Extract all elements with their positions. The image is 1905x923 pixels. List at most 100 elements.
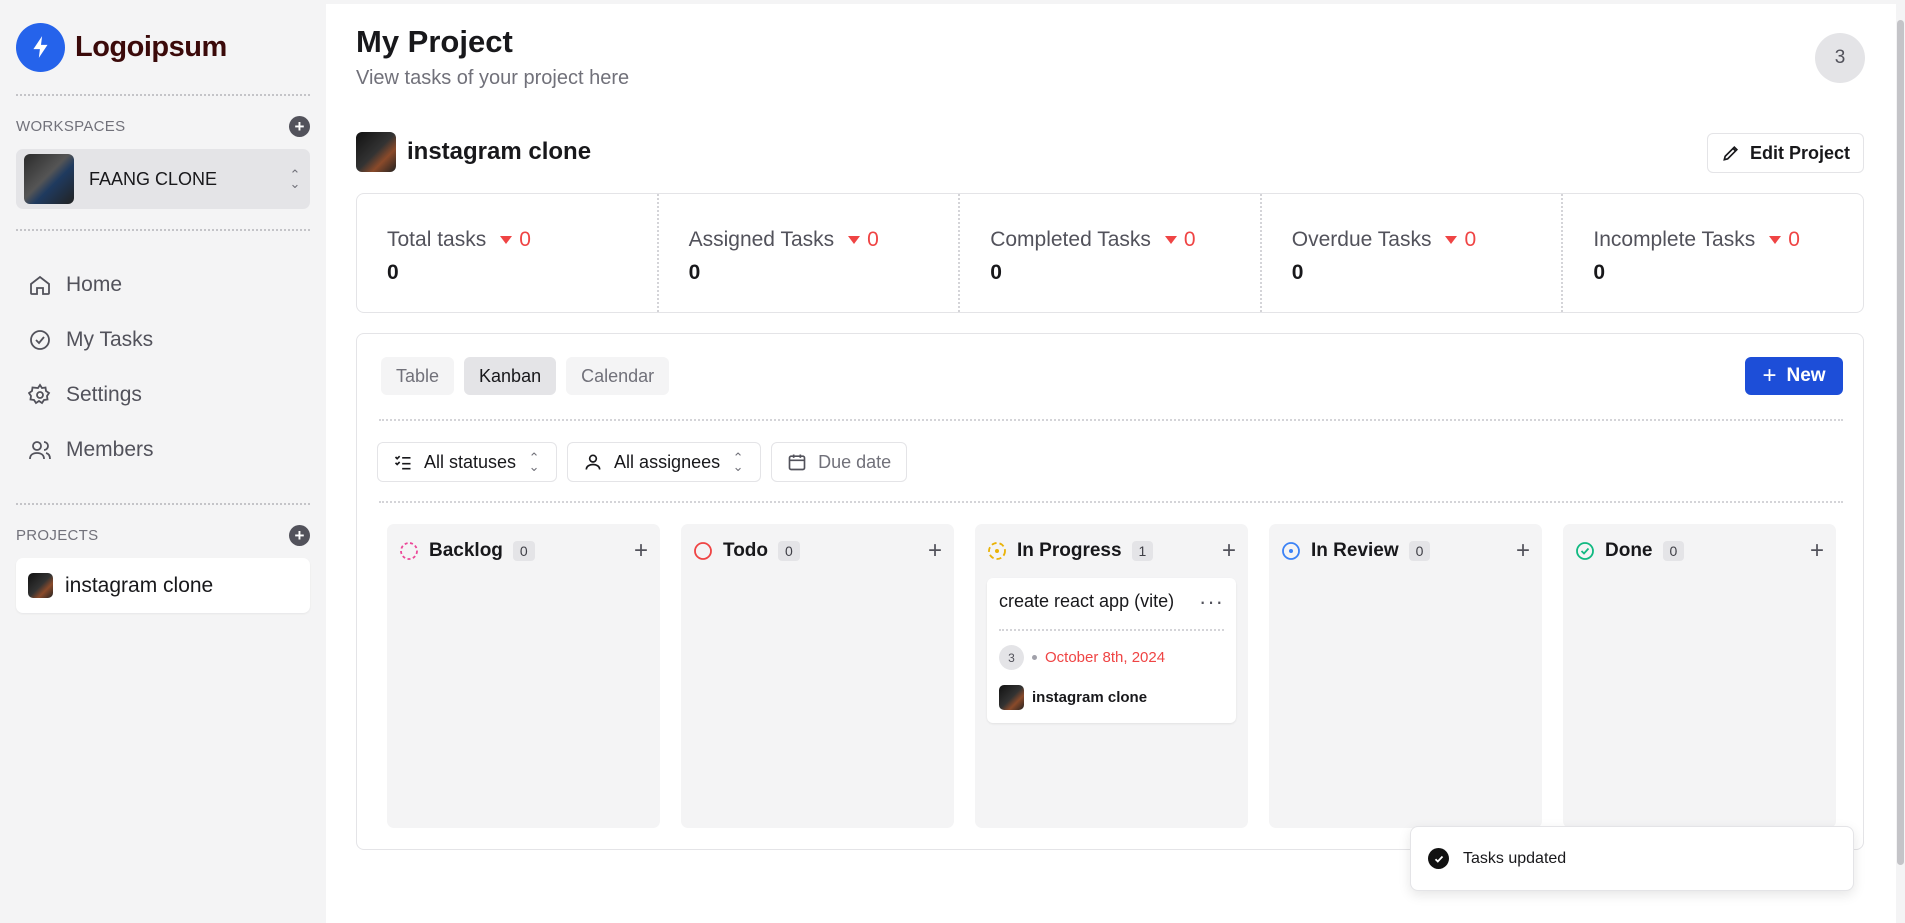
column-count: 0 [1662, 541, 1685, 561]
calendar-icon [788, 454, 806, 471]
home-icon [30, 275, 50, 295]
stat-label: Overdue Tasks [1291, 228, 1432, 251]
bolt-icon [16, 22, 65, 72]
user-icon [585, 454, 601, 470]
new-task-button[interactable]: + New [1745, 357, 1843, 395]
stat-delta: 0 [519, 228, 531, 251]
project-header: instagram clone [356, 132, 591, 172]
nav-label: My Tasks [66, 327, 154, 351]
list-check-icon [394, 455, 411, 470]
down-triangle-icon [848, 236, 861, 244]
scrollbar-thumb[interactable] [1897, 20, 1904, 865]
tab-kanban[interactable]: Kanban [464, 357, 557, 395]
page-title: My Project [356, 24, 513, 59]
divider [379, 501, 1843, 503]
add-task-icon[interactable]: + [928, 537, 942, 565]
add-task-icon[interactable]: + [1222, 537, 1236, 565]
divider [16, 503, 310, 505]
edit-project-button[interactable]: Edit Project [1707, 133, 1864, 173]
down-triangle-icon [1769, 236, 1782, 244]
dashed-circle-icon [400, 542, 418, 560]
column-title: In Progress [1017, 540, 1122, 561]
logo[interactable]: Logoipsum [16, 0, 310, 94]
chevron-updown-icon: ⌃ ⌄ [289, 167, 301, 191]
stat-value: 0 [1593, 261, 1606, 284]
check-circle-icon [1576, 542, 1594, 560]
nav-label: Members [66, 437, 154, 461]
edit-project-label: Edit Project [1749, 142, 1851, 163]
more-icon[interactable]: ··· [1199, 590, 1224, 612]
stat-overdue: Overdue Tasks 0 0 [1262, 194, 1564, 312]
task-card[interactable]: create react app (vite) ··· 3 October 8t… [987, 578, 1236, 723]
stat-label: Incomplete Tasks [1593, 228, 1756, 251]
assignee-filter-label: All assignees [614, 451, 721, 472]
column-title: In Review [1311, 540, 1399, 561]
add-task-icon[interactable]: + [1516, 537, 1530, 565]
new-task-label: New [1786, 365, 1826, 386]
project-title: instagram clone [407, 138, 592, 165]
workspaces-label: WORKSPACES [16, 118, 126, 135]
kanban-columns: Backlog 0 + Todo 0 + In Progress 1 + cre… [387, 524, 1836, 828]
nav-item-my-tasks[interactable]: My Tasks [16, 312, 310, 367]
add-task-icon[interactable]: + [1810, 537, 1824, 565]
due-date-label: Due date [818, 451, 892, 472]
chevron-updown-icon: ⌃ ⌄ [528, 450, 540, 474]
users-icon [29, 440, 51, 459]
user-avatar[interactable]: 3 [1815, 33, 1865, 83]
workspace-thumbnail [24, 154, 74, 204]
stat-label: Assigned Tasks [688, 228, 835, 251]
assignee-filter[interactable]: All assignees ⌃ ⌄ [567, 442, 762, 482]
projects-header: PROJECTS + [16, 525, 310, 546]
toast-message: Tasks updated [1463, 849, 1567, 867]
nav-item-settings[interactable]: Settings [16, 367, 310, 422]
stat-assigned: Assigned Tasks 0 0 [659, 194, 961, 312]
column-title: Done [1605, 540, 1653, 561]
down-triangle-icon [1445, 236, 1458, 244]
plus-icon: + [1762, 362, 1777, 389]
tab-table[interactable]: Table [381, 357, 455, 395]
add-project-icon[interactable]: + [289, 525, 310, 546]
column-count: 0 [1408, 541, 1431, 561]
tab-calendar[interactable]: Calendar [566, 357, 670, 395]
scrollbar[interactable] [1896, 0, 1905, 923]
sidebar: Logoipsum WORKSPACES + FAANG CLONE ⌃ ⌄ Ho… [0, 0, 326, 923]
view-tabs: Table Kanban Calendar [381, 357, 670, 395]
circle-icon [694, 542, 712, 560]
dotted-circle-icon [988, 542, 1006, 560]
stat-incomplete: Incomplete Tasks 0 0 [1563, 194, 1863, 312]
add-workspace-icon[interactable]: + [289, 116, 310, 137]
status-filter-label: All statuses [424, 451, 517, 472]
project-thumbnail [999, 685, 1024, 710]
column-todo: Todo 0 + [681, 524, 954, 828]
stat-value: 0 [387, 261, 399, 284]
divider [379, 419, 1843, 421]
task-project: instagram clone [1032, 689, 1148, 706]
nav-item-members[interactable]: Members [16, 422, 310, 477]
project-thumbnail [356, 132, 396, 172]
stat-value: 0 [990, 261, 1002, 284]
pencil-icon [1723, 145, 1738, 161]
check-icon [1428, 848, 1449, 869]
column-backlog: Backlog 0 + [387, 524, 660, 828]
stat-total: Total tasks 0 0 [357, 194, 659, 312]
project-label: instagram clone [65, 573, 214, 597]
stat-value: 0 [1291, 261, 1304, 284]
column-done: Done 0 + [1563, 524, 1836, 828]
page-subtitle: View tasks of your project here [356, 67, 630, 89]
task-board: Table Kanban Calendar + New All statuses… [356, 333, 1864, 850]
dot-circle-icon [1282, 542, 1300, 560]
divider [16, 94, 310, 96]
workspace-switcher[interactable]: FAANG CLONE ⌃ ⌄ [16, 149, 310, 209]
due-date-filter[interactable]: Due date [771, 442, 908, 482]
nav-item-home[interactable]: Home [16, 257, 310, 312]
toast-notification[interactable]: Tasks updated [1410, 826, 1854, 891]
stat-delta: 0 [1464, 228, 1477, 251]
status-filter[interactable]: All statuses ⌃ ⌄ [377, 442, 558, 482]
main-content: My Project View tasks of your project he… [356, 0, 1865, 923]
stats-panel: Total tasks 0 0 Assigned Tasks 0 0 Complet… [356, 193, 1864, 313]
sidebar-item-project[interactable]: instagram clone [16, 558, 310, 613]
add-task-icon[interactable]: + [634, 537, 648, 565]
nav-label: Home [66, 272, 123, 296]
down-triangle-icon [500, 236, 513, 244]
project-thumbnail [28, 573, 53, 598]
